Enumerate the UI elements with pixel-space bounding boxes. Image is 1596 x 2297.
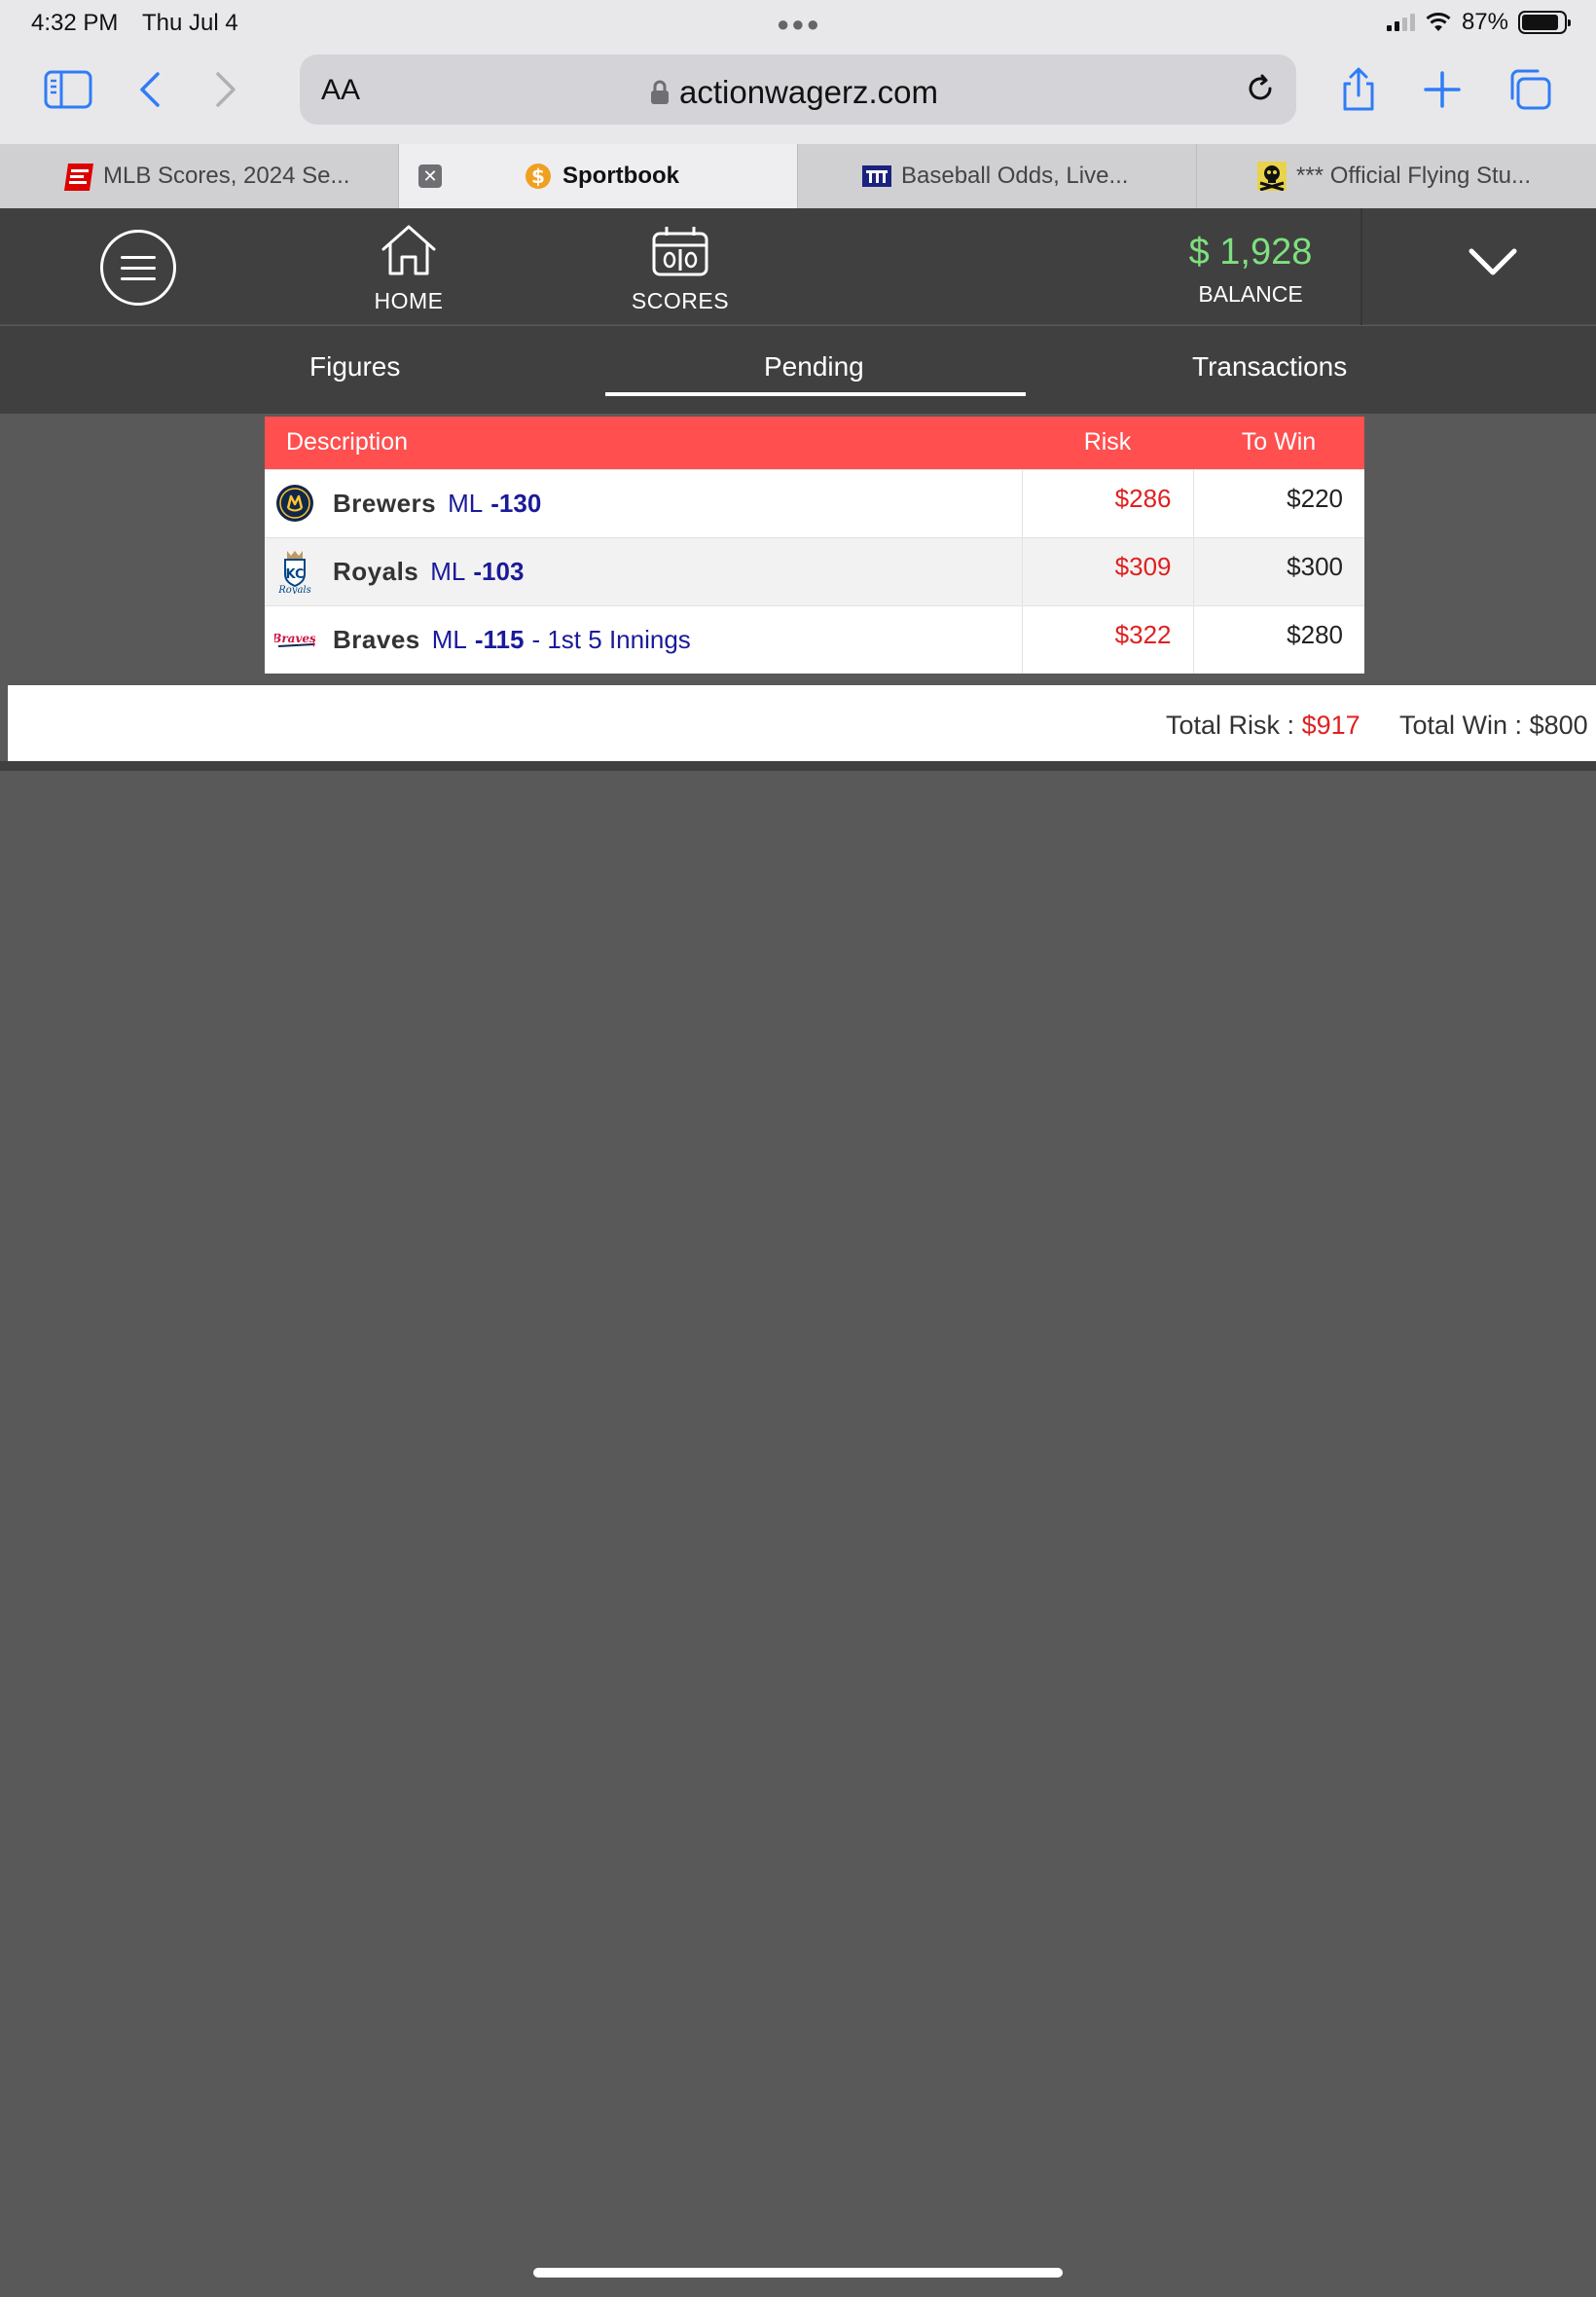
- tab-baseball-odds[interactable]: Baseball Odds, Live...: [798, 144, 1197, 208]
- close-tab-icon[interactable]: ✕: [418, 164, 442, 188]
- balance-label: BALANCE: [1198, 281, 1303, 307]
- tab-pending[interactable]: Pending: [764, 351, 864, 383]
- svg-text:$: $: [531, 164, 545, 188]
- total-win: Total Win : $800: [1399, 711, 1588, 741]
- scores-label: SCORES: [631, 288, 730, 313]
- share-icon[interactable]: [1333, 64, 1384, 115]
- back-icon[interactable]: [125, 64, 175, 115]
- team-name: Brewers: [333, 488, 437, 518]
- wifi-icon: [1426, 13, 1451, 31]
- new-tab-icon[interactable]: [1417, 64, 1468, 115]
- svg-text:Royals: Royals: [277, 585, 311, 594]
- tab-label: *** Official Flying Stu...: [1296, 163, 1531, 189]
- tab-flying-stu[interactable]: *** Official Flying Stu...: [1197, 144, 1596, 208]
- total-win-value: $800: [1529, 711, 1588, 740]
- totals-divider: [0, 761, 1596, 771]
- total-risk-label: Total Risk :: [1166, 711, 1295, 740]
- total-risk: Total Risk : $917: [1166, 711, 1360, 741]
- brewers-logo-icon: [274, 483, 315, 524]
- cellular-signal-icon: [1386, 14, 1415, 31]
- battery-percent: 87%: [1461, 9, 1508, 35]
- tab-label: MLB Scores, 2024 Se...: [103, 163, 350, 189]
- status-indicators: 87%: [1386, 9, 1571, 36]
- to-win-amount: $300: [1192, 536, 1364, 605]
- status-bar: 4:32 PM Thu Jul 4 ●●● 87%: [0, 0, 1596, 45]
- home-label: HOME: [374, 288, 444, 313]
- to-win-amount: $280: [1192, 604, 1364, 674]
- status-time: 4:32 PM: [31, 10, 119, 36]
- team-name: Braves: [333, 624, 420, 654]
- svg-text:Braves: Braves: [274, 632, 315, 645]
- tab-overview-icon[interactable]: [1505, 64, 1555, 115]
- odds-value: -115: [474, 624, 525, 654]
- market-type: ML: [430, 556, 466, 586]
- bet-description: Brewers ML -130: [265, 468, 1022, 537]
- balance-display[interactable]: $ 1,928 BALANCE: [1148, 232, 1353, 308]
- chevron-down-icon[interactable]: [1466, 243, 1520, 287]
- hamburger-menu-icon[interactable]: [100, 230, 176, 306]
- status-date: Thu Jul 4: [142, 10, 238, 36]
- reload-icon[interactable]: [1242, 70, 1279, 112]
- tab-figures[interactable]: Figures: [309, 351, 400, 383]
- svg-text:KC: KC: [285, 567, 304, 582]
- sidebar-icon[interactable]: [43, 64, 93, 115]
- scores-nav-button[interactable]: SCORES: [627, 224, 734, 314]
- espn-favicon-icon: [64, 162, 93, 191]
- odds-site-favicon-icon: [862, 162, 891, 191]
- risk-amount: $322: [1021, 604, 1193, 674]
- skull-favicon-icon: [1257, 162, 1287, 191]
- table-row[interactable]: Braves Braves ML -115 - 1st 5 Innings $3…: [265, 604, 1364, 674]
- total-risk-value: $917: [1301, 711, 1360, 740]
- home-indicator[interactable]: [533, 2268, 1063, 2278]
- tab-label: Baseball Odds, Live...: [901, 163, 1129, 189]
- to-win-amount: $220: [1192, 468, 1364, 537]
- dollar-favicon-icon: $: [524, 162, 553, 191]
- header-divider: [1360, 208, 1362, 325]
- balance-amount: $ 1,928: [1188, 232, 1313, 273]
- tab-sportbook[interactable]: ✕ $ Sportbook: [399, 144, 798, 208]
- team-name: Royals: [333, 556, 419, 586]
- battery-icon: [1518, 11, 1571, 34]
- column-header-to-win: To Win: [1193, 417, 1364, 469]
- pending-bets-table: Description Risk To Win Brewers ML -130 …: [265, 417, 1364, 674]
- bet-description: Braves Braves ML -115 - 1st 5 Innings: [265, 604, 1022, 674]
- lock-icon: [651, 80, 669, 104]
- site-header: HOME SCORES $ 1,928 BALANCE: [0, 208, 1596, 325]
- odds-value: -130: [490, 488, 542, 518]
- browser-toolbar: AA actionwagerz.com: [0, 45, 1596, 144]
- scoreboard-icon: [652, 227, 708, 276]
- tab-bar: MLB Scores, 2024 Se... ✕ $ Sportbook Bas…: [0, 144, 1596, 208]
- tab-mlb-scores[interactable]: MLB Scores, 2024 Se...: [0, 144, 399, 208]
- market-type: ML: [431, 624, 467, 654]
- multitasking-dots-icon[interactable]: ●●●: [777, 12, 821, 37]
- tab-transactions[interactable]: Transactions: [1192, 351, 1347, 383]
- royals-logo-icon: KC Royals: [274, 551, 315, 594]
- totals-bar: Total Risk : $917 Total Win : $800: [8, 685, 1596, 761]
- text-size-button[interactable]: AA: [321, 74, 360, 107]
- tab-label: Sportbook: [562, 163, 679, 189]
- risk-amount: $286: [1021, 468, 1193, 537]
- braves-logo-icon: Braves: [274, 619, 315, 660]
- total-win-label: Total Win :: [1399, 711, 1523, 740]
- risk-amount: $309: [1021, 536, 1193, 605]
- bet-description: KC Royals Royals ML -103: [265, 536, 1022, 605]
- active-tab-indicator: [605, 392, 1026, 396]
- column-header-risk: Risk: [1022, 417, 1193, 469]
- account-subtabs: Figures Pending Transactions: [0, 326, 1596, 414]
- bet-qualifier: - 1st 5 Innings: [531, 624, 691, 654]
- url-text: actionwagerz.com: [679, 74, 938, 110]
- odds-value: -103: [473, 556, 525, 586]
- table-header-row: Description Risk To Win: [265, 417, 1364, 469]
- url-display[interactable]: actionwagerz.com: [650, 74, 938, 111]
- table-row[interactable]: KC Royals Royals ML -103 $309 $300: [265, 536, 1364, 605]
- home-icon: [381, 225, 436, 275]
- column-header-description: Description: [265, 417, 1022, 469]
- forward-icon[interactable]: [200, 64, 251, 115]
- home-nav-button[interactable]: HOME: [360, 224, 457, 314]
- table-row[interactable]: Brewers ML -130 $286 $220: [265, 468, 1364, 537]
- market-type: ML: [448, 488, 484, 518]
- address-bar[interactable]: AA actionwagerz.com: [300, 55, 1296, 125]
